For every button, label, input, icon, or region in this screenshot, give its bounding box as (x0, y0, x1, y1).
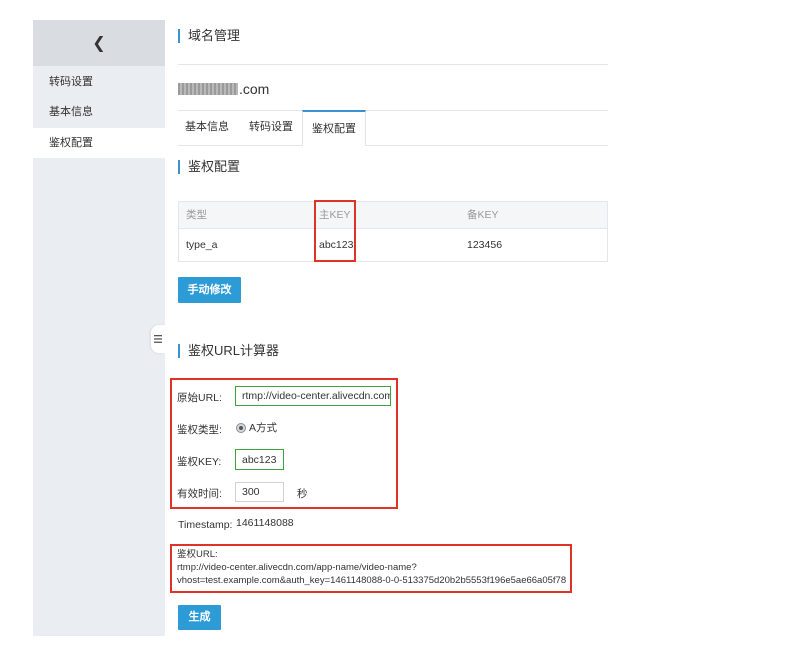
radio-selected-icon (236, 422, 246, 433)
primary-key-highlight (314, 200, 356, 262)
sidebar-item-auth-config[interactable]: 鉴权配置 (33, 128, 165, 158)
valid-time-unit: 秒 (297, 488, 308, 500)
sidebar-item-label: 转码设置 (49, 76, 93, 88)
auth-key-table: 类型 主KEY 备KEY type_a abc123 123456 (178, 201, 608, 262)
sidebar-collapse-toggle[interactable] (151, 325, 165, 353)
auth-type-option-label: A方式 (249, 422, 278, 434)
tabs-bottom-border (178, 145, 608, 146)
auth-config-title: 鉴权配置 (178, 160, 240, 174)
back-button[interactable]: ❮ (33, 20, 165, 66)
auth-url-line-2: vhost=test.example.com&auth_key=14611480… (177, 575, 567, 586)
auth-key-label: 鉴权KEY: (177, 456, 222, 468)
tab-label: 基本信息 (185, 121, 229, 133)
cell-backup-key: 123456 (467, 239, 503, 251)
chevron-left-icon: ❮ (92, 35, 106, 52)
redacted-domain (178, 83, 238, 95)
valid-time-label: 有效时间: (177, 488, 222, 500)
page-title: 域名管理 (178, 29, 240, 43)
tab-auth-config[interactable]: 鉴权配置 (302, 110, 366, 146)
source-url-input[interactable]: rtmp://video-center.alivecdn.com/a (235, 386, 391, 406)
generate-button[interactable]: 生成 (178, 605, 221, 630)
source-url-label: 原始URL: (177, 392, 222, 404)
list-icon (154, 335, 162, 343)
sidebar-item-transcode[interactable]: 转码设置 (33, 67, 165, 97)
tab-label: 转码设置 (249, 121, 293, 133)
column-header-type: 类型 (186, 209, 207, 221)
sidebar-item-basic-info[interactable]: 基本信息 (33, 97, 165, 127)
timestamp-value: 1461148088 (236, 517, 294, 529)
auth-url-calculator-title: 鉴权URL计算器 (178, 344, 279, 358)
valid-time-value: 300 (242, 486, 260, 498)
auth-url-label: 鉴权URL: (177, 549, 218, 560)
tab-label: 鉴权配置 (312, 123, 356, 135)
sidebar-item-label: 基本信息 (49, 106, 93, 118)
domain-suffix: .com (239, 81, 270, 97)
auth-url-line-1: rtmp://video-center.alivecdn.com/app-nam… (177, 562, 417, 573)
valid-time-input[interactable]: 300 (235, 482, 284, 502)
auth-type-label: 鉴权类型: (177, 424, 222, 436)
auth-key-input[interactable]: abc123 (235, 449, 284, 470)
timestamp-label: Timestamp: (178, 519, 233, 531)
auth-url-result: 鉴权URL: rtmp://video-center.alivecdn.com/… (177, 548, 566, 587)
auth-type-radio-a[interactable]: A方式 (236, 420, 277, 435)
divider (178, 64, 608, 65)
source-url-value: rtmp://video-center.alivecdn.com/a (242, 390, 391, 402)
tab-transcode[interactable]: 转码设置 (240, 110, 302, 145)
cell-type: type_a (186, 239, 218, 251)
domain-name: .com (178, 80, 269, 98)
manual-edit-button[interactable]: 手动修改 (178, 277, 241, 303)
auth-key-value: abc123 (242, 453, 277, 466)
column-header-backup-key: 备KEY (467, 209, 499, 221)
tab-basic-info[interactable]: 基本信息 (178, 110, 236, 145)
sidebar-item-label: 鉴权配置 (49, 137, 93, 149)
table-header (179, 202, 607, 229)
